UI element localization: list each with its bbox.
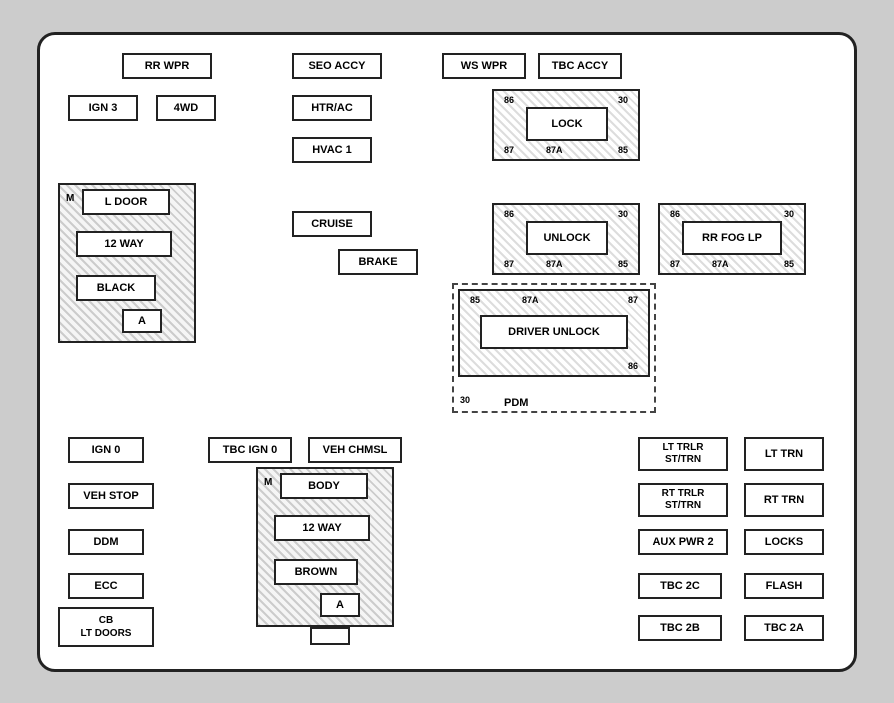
fuse-ws-wpr: WS WPR xyxy=(442,53,526,79)
relay-unlock-container: 86 30 87 87A 85 UNLOCK xyxy=(492,203,640,275)
body-connector-tab xyxy=(310,627,350,645)
ldoor-pin-a: A xyxy=(122,309,162,333)
body-12way: 12 WAY xyxy=(274,515,370,541)
rrfog-pin-87a: 87A xyxy=(712,259,729,269)
unlock-pin-87: 87 xyxy=(504,259,514,269)
rrfog-pin-30: 30 xyxy=(784,209,794,219)
fuse-cb-lt-doors: CB LT DOORS xyxy=(58,607,154,647)
ldoor-pin-m: M xyxy=(66,193,74,204)
fuse-flash: FLASH xyxy=(744,573,824,599)
fuse-tbc-accy: TBC ACCY xyxy=(538,53,622,79)
body-label: BODY xyxy=(280,473,368,499)
lock-pin-86: 86 xyxy=(504,95,514,105)
relay-lock-container: 86 30 87 87A 85 LOCK xyxy=(492,89,640,161)
driverunlock-pin-87a: 87A xyxy=(522,295,539,305)
lock-pin-85: 85 xyxy=(618,145,628,155)
fuse-tbc-ign0: TBC IGN 0 xyxy=(208,437,292,463)
rrfog-pin-87: 87 xyxy=(670,259,680,269)
fuse-rt-trlr: RT TRLR ST/TRN xyxy=(638,483,728,517)
fuse-lt-trn: LT TRN xyxy=(744,437,824,471)
ldoor-12way: 12 WAY xyxy=(76,231,172,257)
rrfog-pin-85: 85 xyxy=(784,259,794,269)
fuse-diagram: RR WPR SEO ACCY WS WPR TBC ACCY IGN 3 4W… xyxy=(37,32,857,672)
fuse-cruise: CRUISE xyxy=(292,211,372,237)
driverunlock-pin-86: 86 xyxy=(628,361,638,371)
fuse-ign0: IGN 0 xyxy=(68,437,144,463)
pdm-area: 85 87A 87 86 DRIVER UNLOCK 30 PDM xyxy=(452,283,656,413)
lock-pin-30: 30 xyxy=(618,95,628,105)
lock-pin-87: 87 xyxy=(504,145,514,155)
fuse-ddm: DDM xyxy=(68,529,144,555)
connector-body: M BODY 12 WAY BROWN A xyxy=(256,467,394,627)
relay-lock-label: LOCK xyxy=(526,107,608,141)
pdm-pin-30: 30 xyxy=(460,395,470,405)
ldoor-label: L DOOR xyxy=(82,189,170,215)
driverunlock-pin-85: 85 xyxy=(470,295,480,305)
relay-rrfoglp-container: 86 30 87 87A 85 RR FOG LP xyxy=(658,203,806,275)
fuse-locks: LOCKS xyxy=(744,529,824,555)
body-brown: BROWN xyxy=(274,559,358,585)
fuse-htr-ac: HTR/AC xyxy=(292,95,372,121)
pdm-label: PDM xyxy=(504,397,528,409)
rrfog-pin-86: 86 xyxy=(670,209,680,219)
fuse-seo-accy: SEO ACCY xyxy=(292,53,382,79)
fuse-4wd: 4WD xyxy=(156,95,216,121)
fuse-lt-trlr: LT TRLR ST/TRN xyxy=(638,437,728,471)
fuse-tbc2c: TBC 2C xyxy=(638,573,722,599)
fuse-ecc: ECC xyxy=(68,573,144,599)
fuse-rr-wpr: RR WPR xyxy=(122,53,212,79)
fuse-veh-stop: VEH STOP xyxy=(68,483,154,509)
body-pin-m: M xyxy=(264,477,272,488)
fuse-ign3: IGN 3 xyxy=(68,95,138,121)
unlock-pin-86: 86 xyxy=(504,209,514,219)
unlock-pin-30: 30 xyxy=(618,209,628,219)
unlock-pin-87a: 87A xyxy=(546,259,563,269)
fuse-tbc2b: TBC 2B xyxy=(638,615,722,641)
fuse-rt-trn: RT TRN xyxy=(744,483,824,517)
fuse-hvac1: HVAC 1 xyxy=(292,137,372,163)
fuse-tbc2a: TBC 2A xyxy=(744,615,824,641)
relay-driverunlock-label: DRIVER UNLOCK xyxy=(480,315,628,349)
driverunlock-pin-87: 87 xyxy=(628,295,638,305)
lock-pin-87a: 87A xyxy=(546,145,563,155)
relay-unlock-label: UNLOCK xyxy=(526,221,608,255)
fuse-veh-chmsl: VEH CHMSL xyxy=(308,437,402,463)
fuse-aux-pwr2: AUX PWR 2 xyxy=(638,529,728,555)
unlock-pin-85: 85 xyxy=(618,259,628,269)
ldoor-black: BLACK xyxy=(76,275,156,301)
relay-driverunlock-container: 85 87A 87 86 DRIVER UNLOCK xyxy=(458,289,650,377)
fuse-brake: BRAKE xyxy=(338,249,418,275)
connector-ldoor: M L DOOR 12 WAY BLACK A xyxy=(58,183,196,343)
relay-rrfoglp-label: RR FOG LP xyxy=(682,221,782,255)
body-pin-a: A xyxy=(320,593,360,617)
